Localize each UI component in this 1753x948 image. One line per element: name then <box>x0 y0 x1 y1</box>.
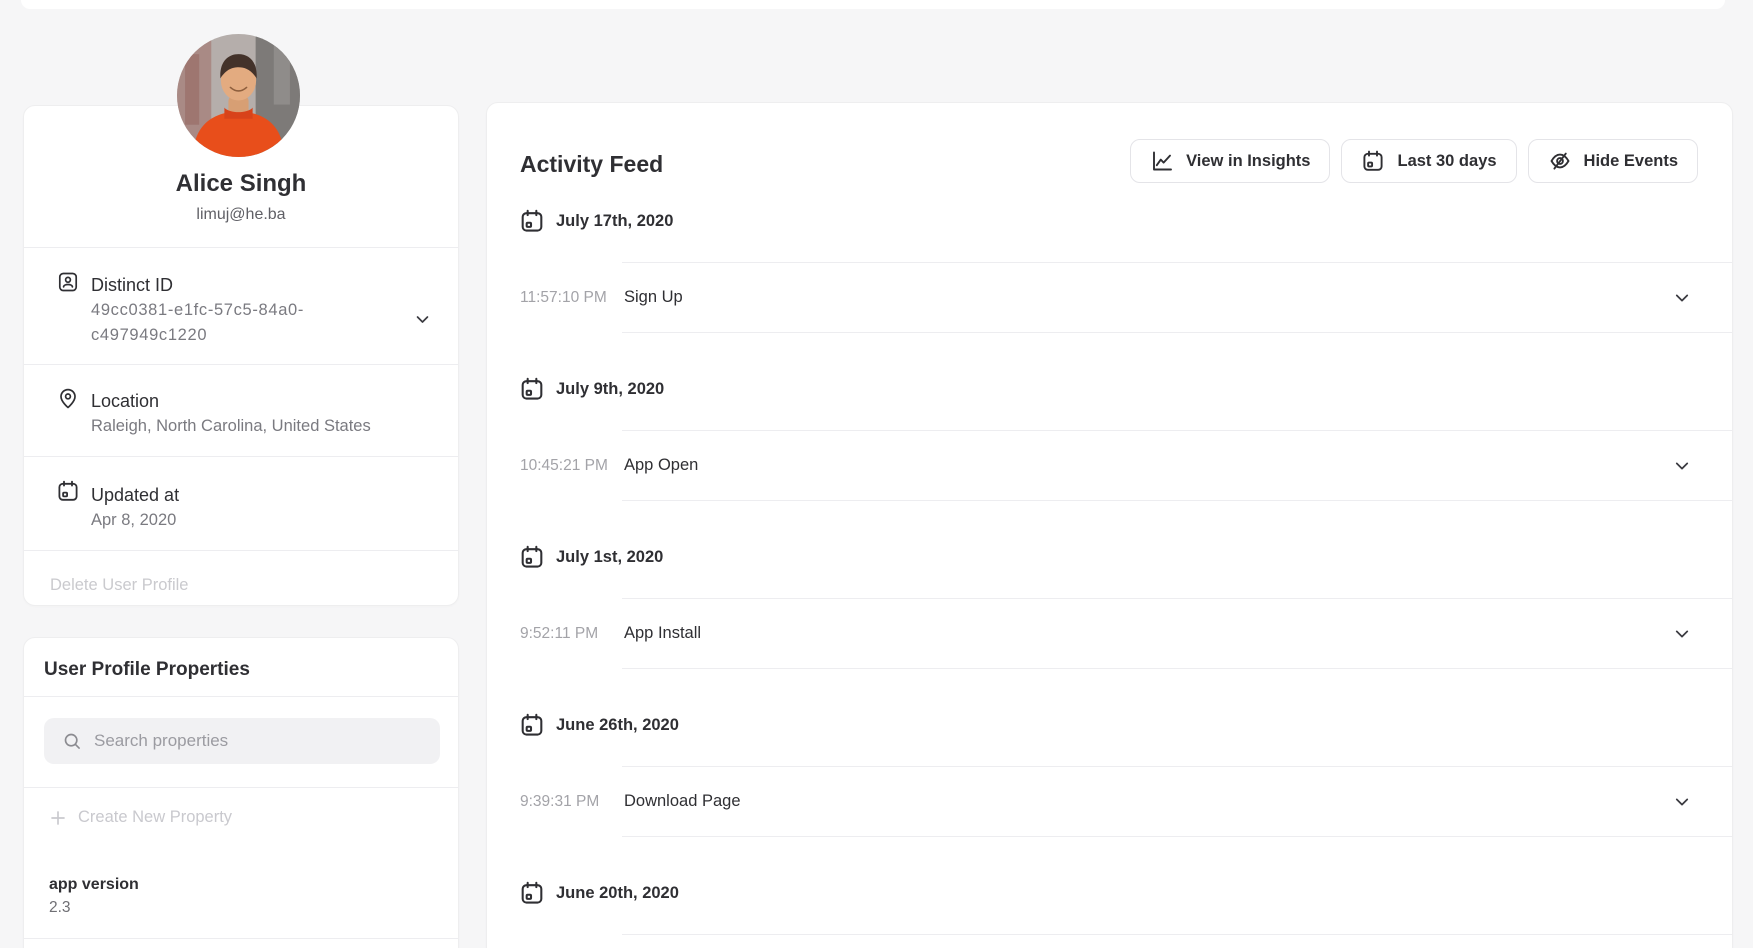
event-row[interactable]: 11:57:10 PM Sign Up <box>487 262 1732 333</box>
feed-toolbar: View in Insights Last 30 days <box>1130 139 1698 183</box>
event-name: App Open <box>624 456 698 475</box>
calendar-icon <box>1361 149 1385 173</box>
chevron-down-icon[interactable] <box>1673 793 1691 811</box>
avatar-illustration <box>177 34 300 157</box>
event-name: Download Page <box>624 792 741 811</box>
feed-date-group: July 9th, 2020 10:45:21 PM App Open <box>487 376 1732 501</box>
feed-date-label: July 1st, 2020 <box>556 548 663 567</box>
activity-feed-title: Activity Feed <box>520 147 663 181</box>
user-profile-card: Alice Singh limuj@he.ba Distinct ID 49cc… <box>23 105 459 606</box>
date-range-button[interactable]: Last 30 days <box>1341 139 1516 183</box>
id-badge-icon <box>56 270 80 294</box>
event-list: 9:52:11 PM App Install <box>487 598 1732 669</box>
calendar-icon <box>56 479 80 503</box>
search-properties-box[interactable] <box>44 718 440 764</box>
calendar-icon <box>519 880 545 906</box>
create-new-property-label: Create New Property <box>78 808 232 827</box>
feed-date-header: June 26th, 2020 <box>487 712 1732 738</box>
feed-date-header: July 9th, 2020 <box>487 376 1732 402</box>
event-row[interactable]: 9:52:11 PM App Install <box>487 598 1732 669</box>
hide-events-label: Hide Events <box>1584 152 1678 171</box>
activity-feed-card: Activity Feed View in Insights Last 30 <box>486 102 1733 948</box>
event-name: App Install <box>624 624 701 643</box>
event-time: 11:57:10 PM <box>520 289 624 307</box>
plus-icon <box>49 809 67 827</box>
location-pin-icon <box>56 386 80 410</box>
search-properties-input[interactable] <box>92 730 426 752</box>
eye-off-icon <box>1548 149 1572 173</box>
feed-date-group: June 20th, 2020 <box>487 880 1732 948</box>
divider <box>24 247 458 248</box>
event-list <box>622 934 1732 948</box>
search-icon <box>62 731 82 751</box>
properties-title: User Profile Properties <box>44 658 250 682</box>
hide-events-button[interactable]: Hide Events <box>1528 139 1698 183</box>
calendar-icon <box>519 376 545 402</box>
distinct-id-value: 49cc0381-e1fc-57c5-84a0-c497949c1220 <box>91 298 343 348</box>
event-row[interactable]: 9:39:31 PM Download Page <box>487 766 1732 837</box>
feed-date-label: June 26th, 2020 <box>556 716 679 735</box>
divider <box>24 938 458 939</box>
avatar <box>177 34 300 157</box>
line-chart-icon <box>1150 149 1174 173</box>
location-label: Location <box>91 388 159 414</box>
event-list: 10:45:21 PM App Open <box>487 430 1732 501</box>
user-email: limuj@he.ba <box>24 204 458 226</box>
location-value: Raleigh, North Carolina, United States <box>91 416 371 436</box>
date-range-label: Last 30 days <box>1397 152 1496 171</box>
event-time: 9:52:11 PM <box>520 625 624 643</box>
top-bar-edge <box>21 0 1725 9</box>
event-time: 9:39:31 PM <box>520 793 624 811</box>
feed-date-header: July 17th, 2020 <box>487 208 1732 234</box>
property-value: 2.3 <box>49 896 139 920</box>
updated-at-value: Apr 8, 2020 <box>91 510 176 530</box>
chevron-down-icon[interactable] <box>1673 625 1691 643</box>
divider <box>24 787 458 788</box>
divider <box>24 550 458 551</box>
chevron-down-icon[interactable] <box>414 311 431 328</box>
view-in-insights-label: View in Insights <box>1186 152 1310 171</box>
delete-user-profile-button[interactable]: Delete User Profile <box>50 574 188 596</box>
calendar-icon <box>519 544 545 570</box>
updated-at-label: Updated at <box>91 482 179 508</box>
event-list: 11:57:10 PM Sign Up <box>487 262 1732 333</box>
feed-date-label: July 17th, 2020 <box>556 212 673 231</box>
calendar-icon <box>519 712 545 738</box>
divider <box>24 696 458 697</box>
feed-date-group: July 17th, 2020 11:57:10 PM Sign Up <box>487 208 1732 333</box>
create-new-property-button[interactable]: Create New Property <box>49 808 232 827</box>
feed-date-header: July 1st, 2020 <box>487 544 1732 570</box>
event-name: Sign Up <box>624 288 683 307</box>
property-name: app version <box>49 874 139 896</box>
divider <box>24 456 458 457</box>
event-time: 10:45:21 PM <box>520 457 624 475</box>
chevron-down-icon[interactable] <box>1673 457 1691 475</box>
calendar-icon <box>519 208 545 234</box>
feed-groups: July 17th, 2020 11:57:10 PM Sign Up July… <box>487 208 1732 948</box>
divider <box>24 364 458 365</box>
feed-date-group: June 26th, 2020 9:39:31 PM Download Page <box>487 712 1732 837</box>
user-name: Alice Singh <box>24 169 458 199</box>
distinct-id-label: Distinct ID <box>91 272 173 298</box>
feed-date-label: July 9th, 2020 <box>556 380 664 399</box>
property-item: app version 2.3 <box>49 874 139 920</box>
chevron-down-icon[interactable] <box>1673 289 1691 307</box>
feed-date-label: June 20th, 2020 <box>556 884 679 903</box>
event-list: 9:39:31 PM Download Page <box>487 766 1732 837</box>
feed-date-group: July 1st, 2020 9:52:11 PM App Install <box>487 544 1732 669</box>
view-in-insights-button[interactable]: View in Insights <box>1130 139 1330 183</box>
user-profile-properties-card: User Profile Properties Create New Prope… <box>23 637 459 948</box>
event-row[interactable]: 10:45:21 PM App Open <box>487 430 1732 501</box>
feed-date-header: June 20th, 2020 <box>487 880 1732 906</box>
